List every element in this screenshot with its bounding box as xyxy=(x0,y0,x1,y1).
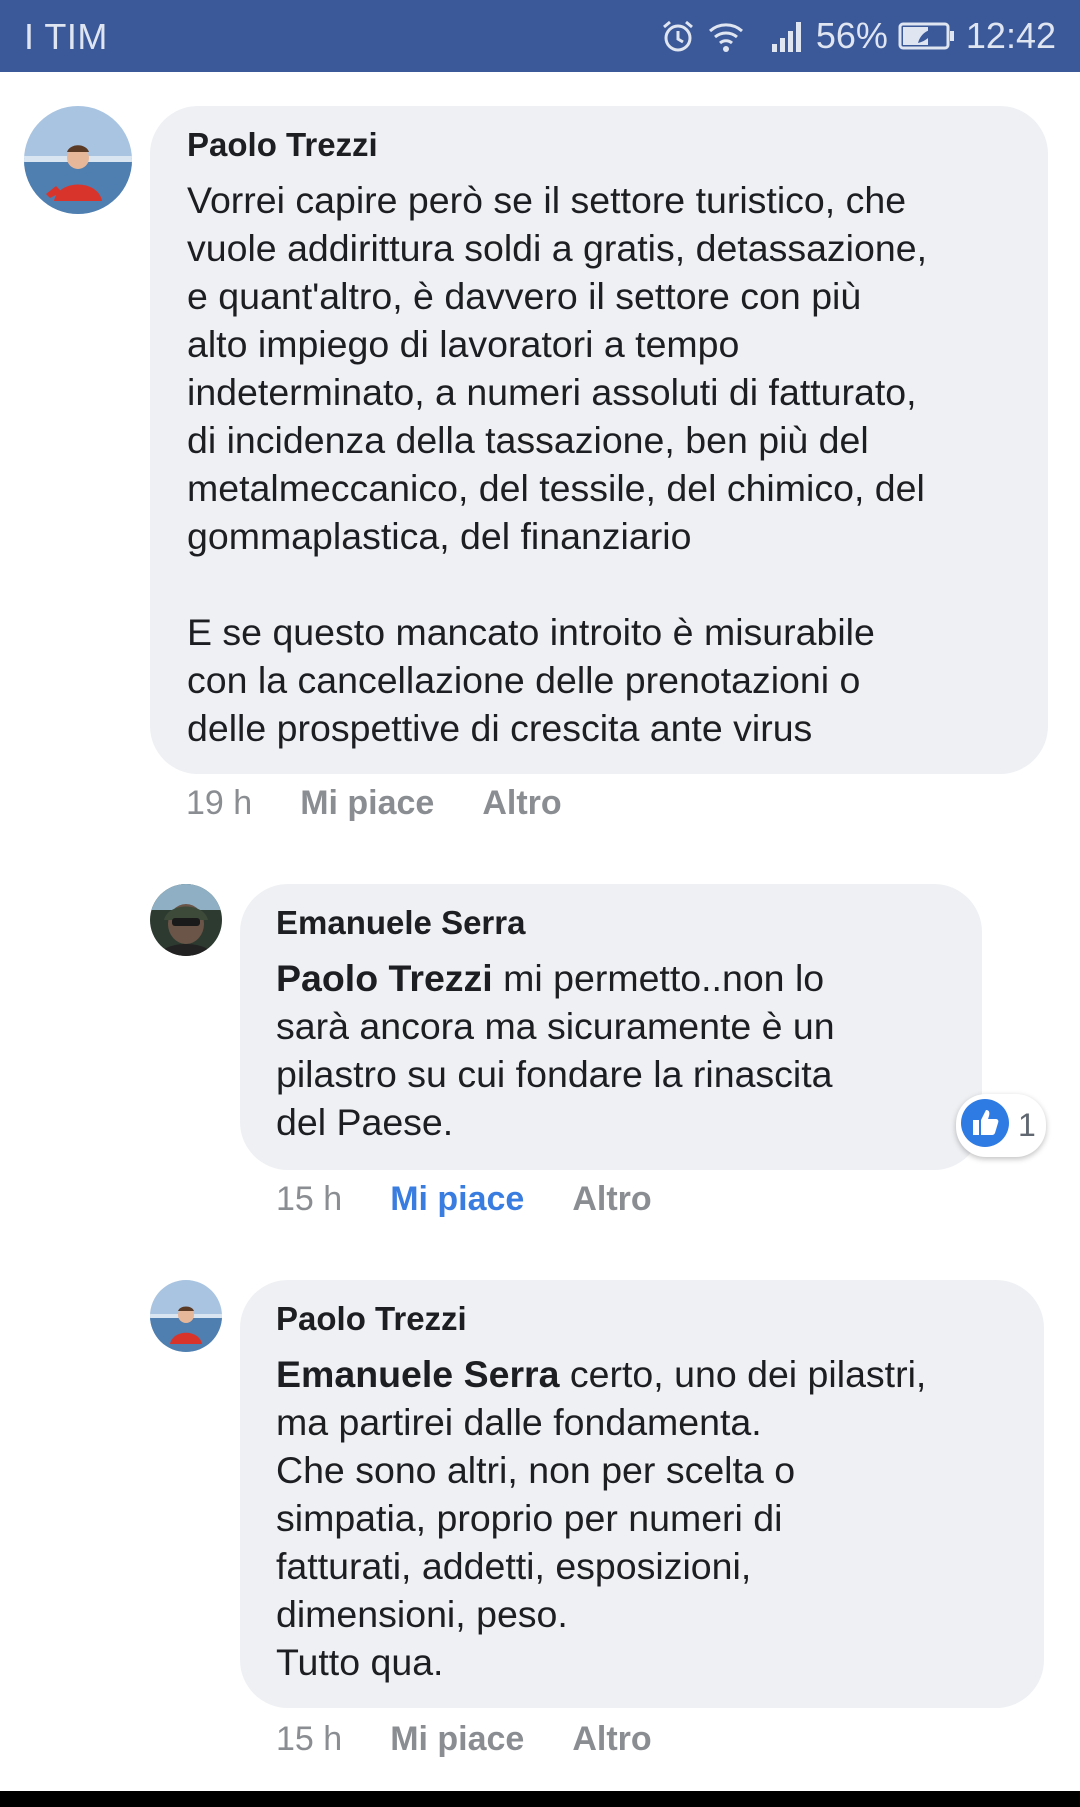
status-bar: I TIM 56% 12:42 xyxy=(0,0,1080,72)
comment-time[interactable]: 15 h xyxy=(276,1180,342,1219)
avatar[interactable] xyxy=(150,1280,222,1352)
status-icons: 56% 12:42 xyxy=(660,14,1056,58)
comment-actions: 15 h Mi piace Altro xyxy=(276,1720,652,1759)
more-button[interactable]: Altro xyxy=(572,1180,651,1219)
avatar[interactable] xyxy=(24,106,132,214)
battery-percent: 56% xyxy=(815,15,888,56)
comment-author[interactable]: Paolo Trezzi xyxy=(276,1300,467,1338)
wifi-icon xyxy=(706,18,746,54)
comment-text: Emanuele Serra certo, uno dei pilastri, … xyxy=(276,1350,926,1686)
comment-author[interactable]: Emanuele Serra xyxy=(276,904,525,942)
avatar[interactable] xyxy=(150,884,222,956)
comment-actions: 19 h Mi piace Altro xyxy=(186,784,562,823)
comment-time[interactable]: 15 h xyxy=(276,1720,342,1759)
comment-body: certo, uno dei pilastri, ma partirei dal… xyxy=(276,1353,927,1683)
comment-text: Paolo Trezzi mi permetto..non lo sarà an… xyxy=(276,954,835,1146)
mention-link[interactable]: Emanuele Serra xyxy=(276,1353,559,1395)
signal-icon xyxy=(770,18,806,54)
mention-link[interactable]: Paolo Trezzi xyxy=(276,957,493,999)
alarm-icon xyxy=(660,18,696,54)
navigation-bar-edge xyxy=(0,1791,1080,1807)
comment-text: Vorrei capire però se il settore turisti… xyxy=(187,179,928,749)
comment-actions: 15 h Mi piace Altro xyxy=(276,1180,652,1219)
like-reaction-icon xyxy=(960,1098,1010,1153)
clock: 12:42 xyxy=(965,15,1056,56)
reaction-badge[interactable]: 1 xyxy=(956,1094,1046,1157)
like-button[interactable]: Mi piace xyxy=(390,1180,524,1219)
like-button[interactable]: Mi piace xyxy=(390,1720,524,1759)
carrier-name: I TIM xyxy=(24,16,108,57)
reply-bubble: Paolo Trezzi Emanuele Serra certo, uno d… xyxy=(240,1280,1044,1708)
reaction-count: 1 xyxy=(1018,1107,1036,1143)
battery-icon xyxy=(898,21,956,51)
comment-author[interactable]: Paolo Trezzi xyxy=(187,126,378,164)
more-button[interactable]: Altro xyxy=(572,1720,651,1759)
reply-bubble: Emanuele Serra Paolo Trezzi mi permetto.… xyxy=(240,884,982,1170)
comment-time[interactable]: 19 h xyxy=(186,784,252,823)
like-button[interactable]: Mi piace xyxy=(300,784,434,823)
more-button[interactable]: Altro xyxy=(482,784,561,823)
comment-bubble: Paolo Trezzi Vorrei capire però se il se… xyxy=(150,106,1048,774)
